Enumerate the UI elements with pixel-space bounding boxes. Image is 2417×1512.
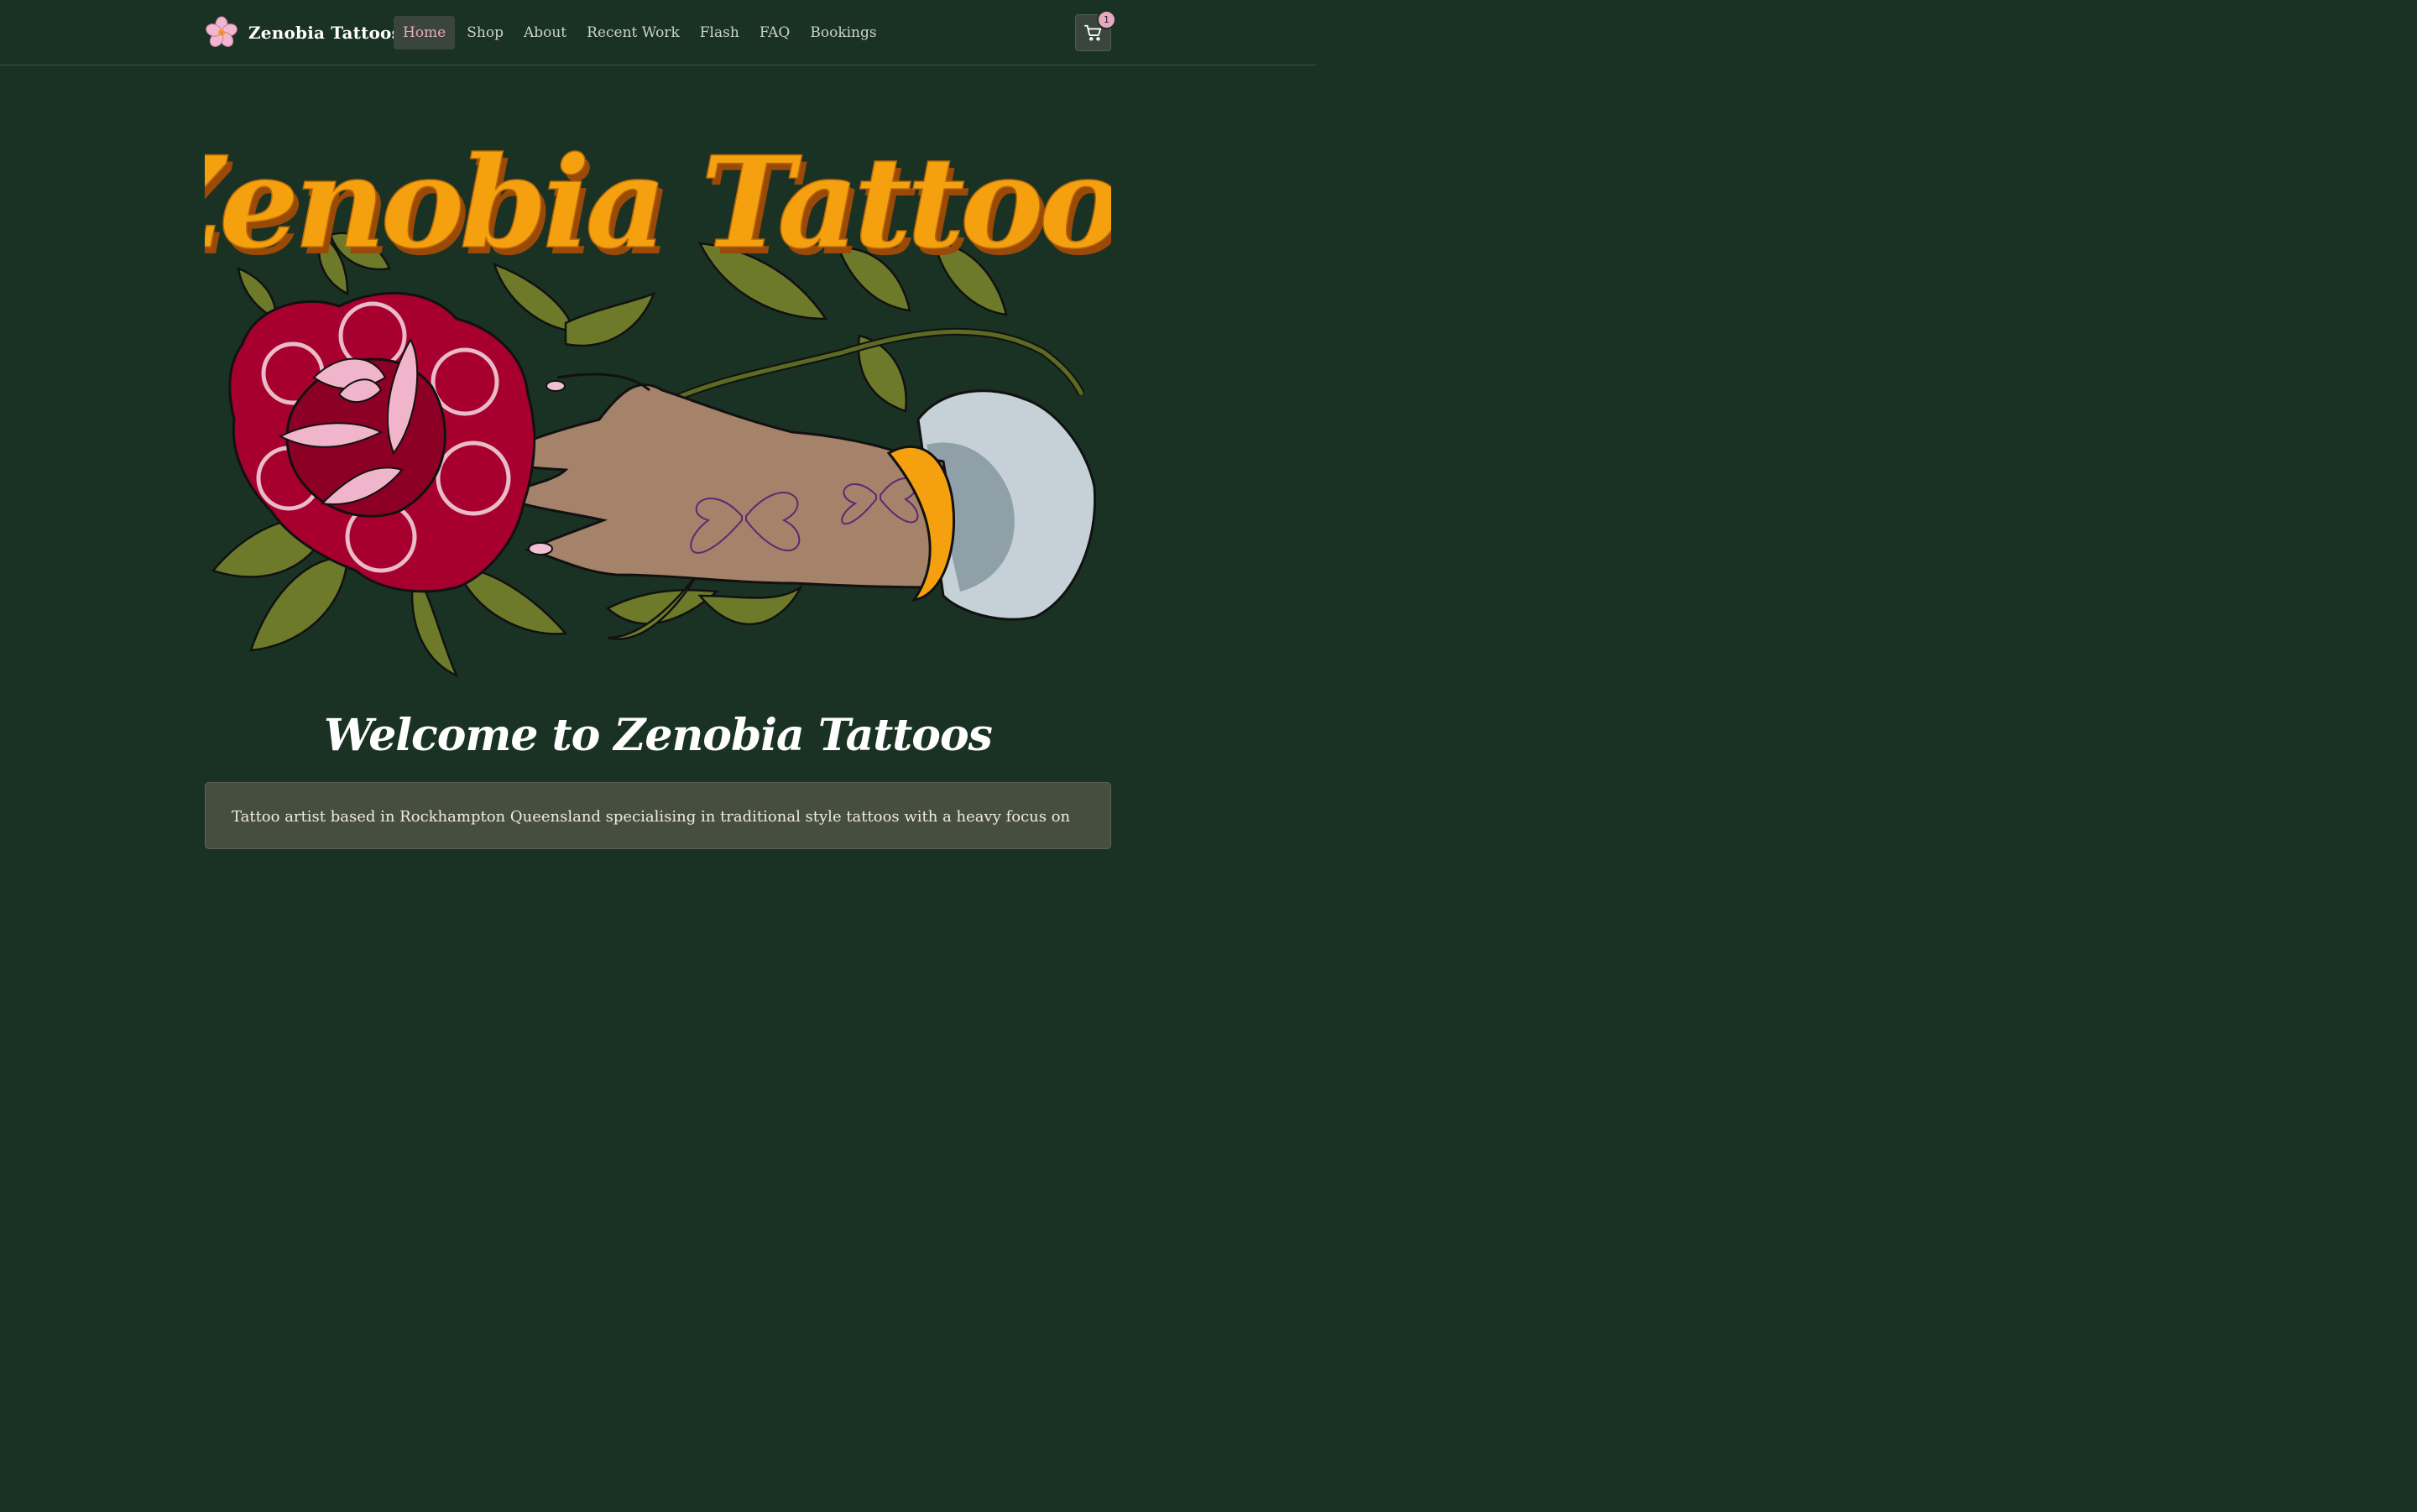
nav-link-bookings[interactable]: Bookings — [800, 16, 886, 50]
nav-link-faq[interactable]: FAQ — [749, 16, 801, 50]
nav-links: Home Shop About Recent Work Flash FAQ Bo… — [394, 16, 887, 50]
cart-count-badge: 1 — [1097, 10, 1116, 29]
nav-link-shop[interactable]: Shop — [457, 16, 514, 50]
nav-link-about[interactable]: About — [514, 16, 577, 50]
hand-holding-rose-illustration: Zenobia Tattoos Zenobia Tattoos — [205, 128, 1111, 678]
nav-link-home[interactable]: Home — [394, 16, 456, 50]
nav-link-flash[interactable]: Flash — [690, 16, 749, 50]
hand — [487, 373, 949, 589]
intro-card: Tattoo artist based in Rockhampton Queen… — [205, 782, 1111, 849]
hero-illustration: Zenobia Tattoos Zenobia Tattoos — [205, 101, 1111, 688]
intro-text: Tattoo artist based in Rockhampton Queen… — [232, 808, 1071, 826]
brand-link[interactable]: Zenobia Tattoos — [205, 16, 401, 50]
brand-name: Zenobia Tattoos — [248, 23, 402, 43]
top-navbar: Zenobia Tattoos Home Shop About Recent W… — [0, 0, 1316, 65]
hero-title: Zenobia Tattoos — [205, 129, 1111, 277]
cherry-blossom-icon — [206, 16, 238, 47]
nav-link-recent-work[interactable]: Recent Work — [577, 16, 690, 50]
welcome-heading: Welcome to Zenobia Tattoos — [324, 710, 993, 761]
